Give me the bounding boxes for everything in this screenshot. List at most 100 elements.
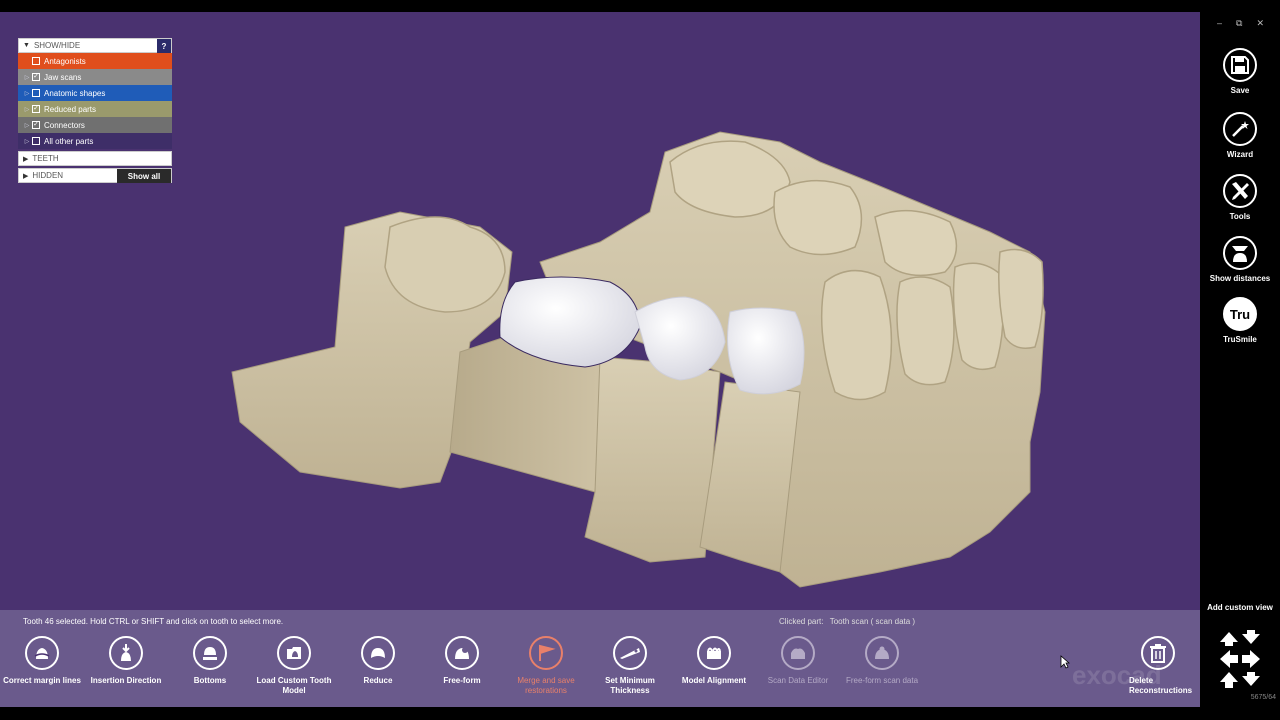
view-direction-arrows[interactable] (1218, 628, 1262, 690)
merge-flag-icon (529, 636, 563, 670)
tool-label: Merge and save restorations (517, 676, 575, 695)
panel-item-connectors[interactable]: ▷ ✓ Connectors (18, 117, 172, 133)
reduce-icon (361, 636, 395, 670)
reduce-button[interactable]: Reduce (336, 636, 420, 686)
hidden-header[interactable]: ▶ HIDDEN Show all (18, 168, 172, 183)
save-icon (1223, 48, 1257, 82)
thickness-icon (613, 636, 647, 670)
wizard-icon (1223, 112, 1257, 146)
expand-triangle-icon[interactable]: ▷ (22, 90, 32, 97)
panel-item-all-other-parts[interactable]: ▷ All other parts (18, 133, 172, 149)
tool-label: Free-form (443, 676, 481, 685)
panel-item-label: Reduced parts (44, 104, 97, 114)
panel-item-jaw-scans[interactable]: ▷ ✓ Jaw scans (18, 69, 172, 85)
trash-icon (1141, 636, 1175, 670)
expand-triangle-icon[interactable]: ▷ (22, 138, 32, 145)
tool-label: Scan Data Editor (767, 676, 829, 685)
front-tooth-2 (896, 276, 955, 386)
show-distances-button[interactable]: Show distances (1200, 236, 1280, 283)
help-button[interactable]: ? (157, 39, 171, 53)
tool-label: Reduce (363, 676, 393, 685)
panel-item-label: Anatomic shapes (44, 88, 106, 98)
selection-status: Tooth 46 selected. Hold CTRL or SHIFT an… (23, 617, 284, 626)
insertion-direction-icon (109, 636, 143, 670)
bottom-toolbar: Tooth 46 selected. Hold CTRL or SHIFT an… (0, 610, 1200, 707)
view-arrows-icon (1220, 630, 1260, 688)
dental-model-render[interactable] (0, 12, 1200, 610)
teeth-title: TEETH (32, 154, 59, 163)
distances-icon (1223, 236, 1257, 270)
front-tooth-1 (820, 269, 893, 401)
right-sidebar: – ⧉ ✕ Save Wizard Tools Show distances Tru Tr… (1200, 0, 1280, 720)
minimize-button[interactable]: – (1217, 18, 1222, 29)
arrow-up-icon (1220, 672, 1238, 688)
expand-triangle-icon[interactable]: ▷ (22, 122, 32, 129)
tool-label: Model Alignment (681, 676, 747, 685)
visibility-checkbox[interactable]: ✓ (32, 73, 40, 81)
mouse-cursor-icon (1060, 655, 1070, 669)
scan-data-editor-button[interactable]: Scan Data Editor (756, 636, 840, 686)
panel-item-antagonists[interactable]: Antagonists (18, 53, 172, 69)
close-button[interactable]: ✕ (1256, 18, 1264, 29)
tool-label: Bottoms (193, 676, 227, 685)
visibility-checkbox[interactable]: ✓ (32, 105, 40, 113)
sidebar-label: Save (1230, 86, 1250, 95)
trusmile-icon: Tru (1223, 297, 1257, 331)
free-form-icon (445, 636, 479, 670)
teeth-header[interactable]: ▶ TEETH (18, 151, 172, 166)
expand-triangle-icon[interactable]: ▷ (22, 74, 32, 81)
sidebar-label: Wizard (1226, 150, 1254, 159)
version-label: 5675/64 (1250, 694, 1276, 701)
insertion-direction-button[interactable]: Insertion Direction (84, 636, 168, 686)
correct-margin-lines-button[interactable]: Correct margin lines (0, 636, 84, 686)
3d-viewport[interactable]: ▼ SHOW/HIDE ? Antagonists ▷ ✓ Jaw scans ▷ Ana… (0, 12, 1200, 610)
tool-label: Insertion Direction (90, 676, 162, 685)
sidebar-label: Show distances (1209, 274, 1271, 283)
arrow-down-icon (1242, 672, 1260, 686)
merge-and-save-restorations-button[interactable]: Merge and save restorations (504, 636, 588, 696)
visibility-checkbox[interactable] (32, 137, 40, 145)
load-custom-tooth-model-button[interactable]: Load Custom Tooth Model (252, 636, 336, 696)
visibility-checkbox[interactable] (32, 57, 40, 65)
clicked-part-label: Clicked part: (779, 617, 824, 626)
clicked-part-status: Clicked part: Tooth scan ( scan data ) (779, 617, 915, 626)
free-form-scan-icon (865, 636, 899, 670)
model-alignment-button[interactable]: Model Alignment (672, 636, 756, 686)
free-form-scan-data-button[interactable]: Free-form scan data (840, 636, 924, 686)
show-all-button[interactable]: Show all (117, 169, 171, 183)
show-hide-title: SHOW/HIDE (33, 41, 81, 50)
set-minimum-thickness-button[interactable]: Set Minimum Thickness (588, 636, 672, 696)
visibility-checkbox[interactable]: ✓ (32, 121, 40, 129)
wizard-button[interactable]: Wizard (1200, 112, 1280, 159)
model-alignment-icon (697, 636, 731, 670)
front-tooth-4 (998, 248, 1044, 349)
arrow-up-left-icon (1220, 632, 1238, 646)
hidden-title: HIDDEN (32, 171, 64, 180)
delete-reconstructions-label: Delete Reconstructions (1129, 676, 1193, 695)
trusmile-button[interactable]: Tru TruSmile (1200, 297, 1280, 344)
margin-line-icon (25, 636, 59, 670)
show-hide-header[interactable]: ▼ SHOW/HIDE ? (18, 38, 172, 53)
tool-label: Load Custom Tooth Model (256, 676, 332, 695)
delete-reconstructions-button[interactable]: Delete Reconstructions (1116, 636, 1200, 696)
die-1 (584, 356, 721, 563)
bridge-crown-right (727, 307, 805, 395)
show-hide-panel: ▼ SHOW/HIDE ? Antagonists ▷ ✓ Jaw scans ▷ Ana… (18, 38, 172, 183)
visibility-checkbox[interactable] (32, 89, 40, 97)
clicked-part-value: Tooth scan ( scan data ) (829, 617, 916, 626)
sidebar-label: Tools (1229, 212, 1251, 221)
restore-button[interactable]: ⧉ (1236, 18, 1242, 29)
chevron-right-icon: ▶ (23, 172, 29, 180)
tools-icon (1223, 174, 1257, 208)
upper-molar-2 (773, 179, 863, 256)
expand-triangle-icon[interactable]: ▷ (22, 106, 32, 113)
panel-item-reduced-parts[interactable]: ▷ ✓ Reduced parts (18, 101, 172, 117)
bottoms-button[interactable]: Bottoms (168, 636, 252, 686)
chevron-right-icon: ▶ (23, 155, 29, 163)
free-form-button[interactable]: Free-form (420, 636, 504, 686)
panel-item-anatomic-shapes[interactable]: ▷ Anatomic shapes (18, 85, 172, 101)
window-controls: – ⧉ ✕ (1200, 18, 1280, 29)
arrow-down-right-icon (1242, 630, 1260, 644)
save-button[interactable]: Save (1200, 48, 1280, 95)
tools-button[interactable]: Tools (1200, 174, 1280, 221)
